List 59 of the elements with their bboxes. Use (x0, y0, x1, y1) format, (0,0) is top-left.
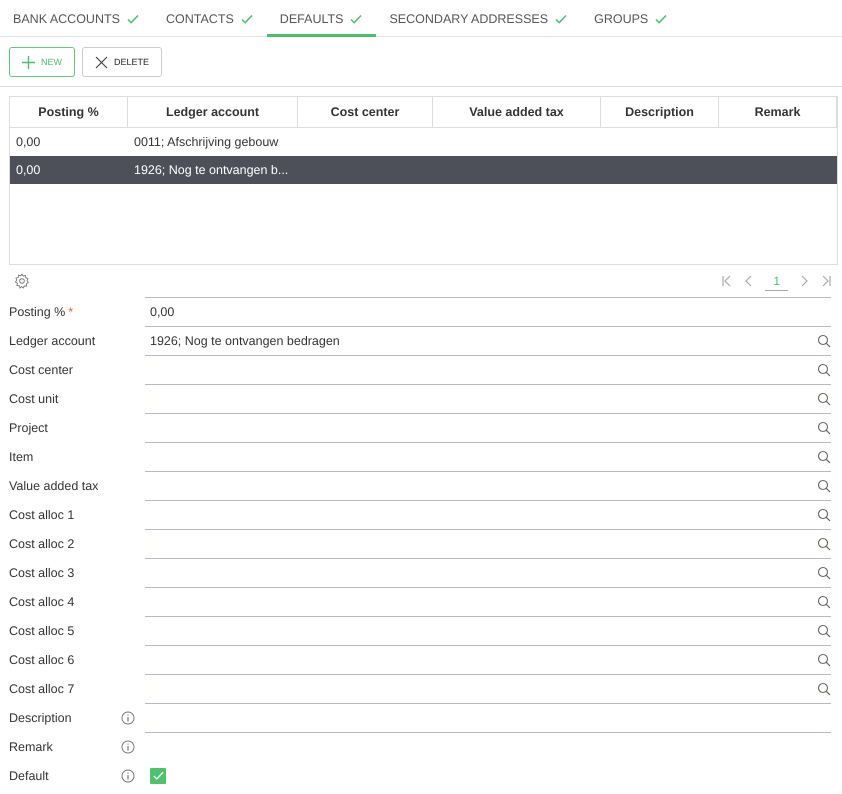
field-label: Cost alloc 7 (9, 682, 74, 696)
last-page-icon[interactable] (820, 275, 832, 287)
info-icon (121, 768, 135, 782)
column-header[interactable]: Description (601, 97, 719, 127)
field-label: Cost alloc 3 (9, 566, 74, 580)
search-icon[interactable] (817, 595, 831, 609)
check-icon (152, 769, 164, 782)
info-icon (121, 710, 135, 724)
search-icon[interactable] (817, 450, 831, 464)
tab[interactable]: DEFAULTS (266, 0, 376, 37)
search-icon[interactable] (817, 334, 831, 348)
field-label: Project (9, 420, 48, 434)
checkbox[interactable] (150, 768, 166, 784)
search-icon[interactable] (817, 682, 831, 696)
table-cell-text: 0,00 (15, 162, 42, 179)
plus-icon (22, 56, 35, 68)
search-icon[interactable] (817, 392, 831, 406)
search-icon[interactable] (817, 479, 831, 493)
field-label: Default (9, 768, 49, 782)
column-header[interactable]: Cost center (298, 97, 433, 127)
field-label: Cost alloc 6 (9, 652, 74, 666)
table-cell-text: 0011; Afschrijving gebouw (133, 134, 280, 151)
settings-icon[interactable] (14, 273, 30, 289)
field-label: Cost unit (9, 392, 58, 406)
search-icon[interactable] (817, 363, 831, 377)
field-label: Cost alloc 2 (9, 536, 74, 550)
column-header[interactable]: Value added tax (433, 97, 601, 127)
input-field[interactable]: 0,00 (145, 297, 831, 326)
tab[interactable]: GROUPS (581, 0, 682, 37)
field-label: Description (9, 710, 72, 724)
tab[interactable]: SECONDARY ADDRESSES (376, 0, 582, 37)
field-label: Item (9, 450, 34, 464)
search-icon[interactable] (817, 653, 831, 667)
input-field[interactable]: 1926; Nog te ontvangen bedragen (145, 326, 831, 355)
column-header[interactable]: Remark (719, 97, 837, 127)
field-label: Cost alloc 5 (9, 624, 74, 638)
column-header[interactable]: Ledger account (128, 97, 298, 127)
field-label: Cost center (9, 362, 73, 376)
field-label: Ledger account (9, 334, 96, 348)
field-label: Value added tax (9, 478, 98, 492)
info-icon (121, 740, 135, 754)
field-label: Remark (9, 740, 53, 754)
first-page-icon[interactable] (721, 275, 734, 287)
table-cell-text: 0,00 (15, 134, 42, 151)
close-icon (95, 56, 108, 68)
column-header[interactable]: Posting % (10, 97, 128, 127)
table-cell-text: 1926; Nog te ontvangen b... (133, 162, 290, 179)
table-row[interactable]: 0,00 1926; Nog te ontvangen b... (10, 156, 837, 184)
search-icon[interactable] (817, 537, 831, 551)
field-label: Cost alloc 1 (9, 508, 74, 522)
search-icon[interactable] (817, 508, 831, 522)
search-icon[interactable] (817, 421, 831, 435)
search-icon[interactable] (817, 566, 831, 580)
search-icon[interactable] (817, 624, 831, 638)
field-label: Posting % * (9, 304, 74, 318)
field-label: Cost alloc 4 (9, 594, 74, 608)
tab[interactable]: BANK ACCOUNTS (0, 0, 153, 37)
delete-button[interactable]: DELETE (82, 47, 162, 77)
tab[interactable]: CONTACTS (152, 0, 267, 37)
